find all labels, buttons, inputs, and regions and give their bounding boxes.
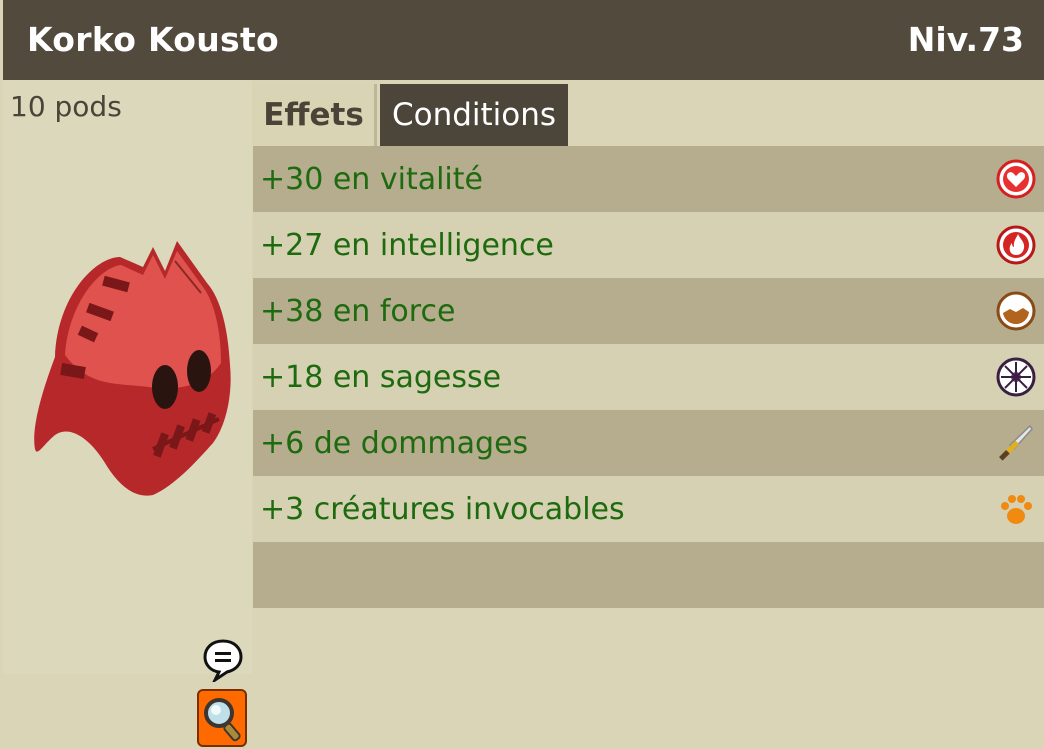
- earth-icon: [996, 291, 1036, 331]
- item-preview-panel: 10 pods: [3, 80, 252, 747]
- red-hood-mask-icon: [34, 241, 231, 496]
- effect-row: +18 en sagesse: [253, 344, 1044, 410]
- effects-list: +30 en vitalité +27 en intelligence +38 …: [253, 146, 1044, 608]
- item-weight: 10 pods: [10, 90, 122, 123]
- item-name: Korko Kousto: [27, 20, 280, 59]
- item-header: Korko Kousto Niv.73: [3, 0, 1044, 80]
- effect-row: +27 en intelligence: [253, 212, 1044, 278]
- empty-effect-row: [253, 542, 1044, 608]
- effect-text: +18 en sagesse: [260, 359, 502, 395]
- wisdom-icon: [996, 357, 1036, 397]
- effect-text: +3 créatures invocables: [260, 491, 625, 527]
- effect-text: +38 en force: [260, 293, 456, 329]
- sword-icon: [999, 424, 1033, 461]
- item-level: Niv.73: [907, 20, 1024, 59]
- effect-row: +30 en vitalité: [253, 146, 1044, 212]
- fire-icon: [996, 225, 1036, 265]
- effect-text: +30 en vitalité: [260, 161, 483, 197]
- tab-effets[interactable]: Effets: [253, 84, 377, 146]
- tab-conditions[interactable]: Conditions: [380, 84, 568, 146]
- magnifier-icon: [204, 698, 241, 742]
- item-details-panel: Effets Conditions +30 en vitalité +27 en…: [253, 80, 1044, 674]
- search-button[interactable]: [197, 689, 247, 747]
- chat-link-button[interactable]: [203, 638, 243, 682]
- effect-row: +38 en force: [253, 278, 1044, 344]
- heart-icon: [996, 159, 1036, 199]
- effect-row: +6 de dommages: [253, 410, 1044, 476]
- paw-icon: [1001, 495, 1032, 524]
- effect-text: +6 de dommages: [260, 425, 529, 461]
- effect-row: +3 créatures invocables: [253, 476, 1044, 542]
- effect-text: +27 en intelligence: [260, 227, 554, 263]
